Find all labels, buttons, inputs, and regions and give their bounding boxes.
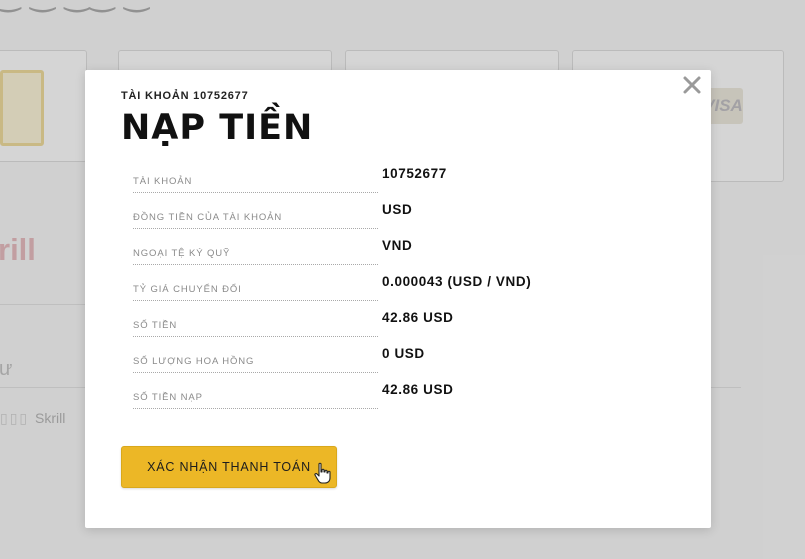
hand-pointer-icon bbox=[314, 462, 331, 484]
detail-label: TỶ GIÁ CHUYỂN ĐỔI bbox=[133, 284, 244, 295]
detail-row-amount: SỐ TIỀN 42.86 USD bbox=[133, 308, 693, 344]
detail-leader-line: TỶ GIÁ CHUYỂN ĐỔI bbox=[133, 284, 378, 301]
detail-label: SỐ TIỀN NẠP bbox=[133, 392, 205, 403]
detail-label: SỐ LƯỢNG HOA HỒNG bbox=[133, 356, 257, 367]
detail-value: 42.86 USD bbox=[382, 310, 454, 325]
detail-leader-line: SỐ TIỀN NẠP bbox=[133, 392, 378, 409]
detail-value: 10752677 bbox=[382, 166, 447, 181]
detail-row-exchange-rate: TỶ GIÁ CHUYỂN ĐỔI 0.000043 (USD / VND) bbox=[133, 272, 693, 308]
detail-value: VND bbox=[382, 238, 413, 253]
detail-row-account: TÀI KHOẢN 10752677 bbox=[133, 164, 693, 200]
detail-label: NGOẠI TỆ KÝ QUỸ bbox=[133, 248, 233, 259]
account-heading: TÀI KHOẢN 10752677 bbox=[121, 90, 249, 102]
deposit-modal: TÀI KHOẢN 10752677 NẠP TIỀN TÀI KHOẢN 10… bbox=[85, 70, 711, 528]
detail-leader-line: NGOẠI TỆ KÝ QUỸ bbox=[133, 248, 378, 265]
detail-leader-line: SỐ LƯỢNG HOA HỒNG bbox=[133, 356, 378, 373]
detail-row-commission: SỐ LƯỢNG HOA HỒNG 0 USD bbox=[133, 344, 693, 380]
detail-value: USD bbox=[382, 202, 413, 217]
detail-row-deposit-amount: SỐ TIỀN NẠP 42.86 USD bbox=[133, 380, 693, 416]
modal-title: NẠP TIỀN bbox=[121, 108, 314, 148]
detail-label: ĐỒNG TIỀN CỦA TÀI KHOẢN bbox=[133, 212, 285, 223]
deposit-details: TÀI KHOẢN 10752677 ĐỒNG TIỀN CỦA TÀI KHO… bbox=[133, 164, 693, 416]
close-button[interactable] bbox=[681, 74, 703, 96]
confirm-payment-button[interactable]: XÁC NHẬN THANH TOÁN bbox=[121, 446, 337, 488]
detail-leader-line: SỐ TIỀN bbox=[133, 320, 378, 337]
detail-leader-line: ĐỒNG TIỀN CỦA TÀI KHOẢN bbox=[133, 212, 378, 229]
detail-value: 0 USD bbox=[382, 346, 425, 361]
detail-value: 0.000043 (USD / VND) bbox=[382, 274, 532, 289]
detail-row-account-currency: ĐỒNG TIỀN CỦA TÀI KHOẢN USD bbox=[133, 200, 693, 236]
detail-label: TÀI KHOẢN bbox=[133, 176, 195, 187]
close-icon bbox=[683, 76, 701, 94]
detail-value: 42.86 USD bbox=[382, 382, 454, 397]
detail-row-deposit-currency: NGOẠI TỆ KÝ QUỸ VND bbox=[133, 236, 693, 272]
screen: ‿ ‿ ‿‿ ‿ VISA rill ư ▯▯▯ Skrill TÀI KHOẢ… bbox=[0, 0, 805, 559]
detail-leader-line: TÀI KHOẢN bbox=[133, 176, 378, 193]
detail-label: SỐ TIỀN bbox=[133, 320, 180, 331]
